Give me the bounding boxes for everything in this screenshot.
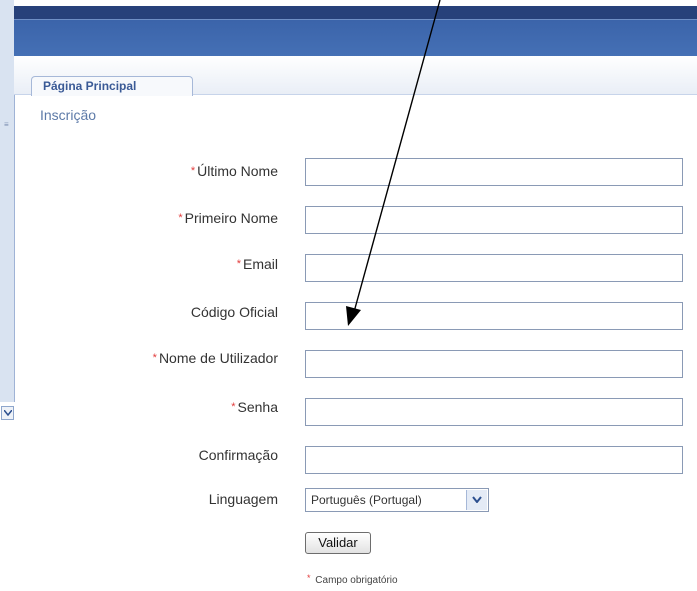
top-bar: [14, 0, 697, 19]
label-username: * Nome de Utilizador: [152, 350, 278, 366]
tab-home[interactable]: Página Principal: [31, 76, 193, 96]
label-first-name: * Primeiro Nome: [178, 210, 278, 226]
language-select[interactable]: Português (Portugal): [305, 488, 489, 512]
label-confirmation: Confirmação: [198, 447, 278, 463]
label-language: Linguagem: [208, 491, 278, 507]
validate-button[interactable]: Validar: [305, 532, 371, 554]
language-dropdown-button[interactable]: [466, 490, 487, 510]
password-input[interactable]: [305, 398, 683, 426]
left-pane-edge: ≡: [0, 0, 15, 402]
tab-bar: Página Principal: [14, 56, 697, 96]
label-official-code: Código Oficial: [190, 304, 278, 320]
label-email: * Email: [236, 256, 278, 272]
confirmation-input[interactable]: [305, 446, 683, 474]
first-name-input[interactable]: [305, 206, 683, 234]
username-input[interactable]: [305, 350, 683, 378]
email-input[interactable]: [305, 254, 683, 282]
last-name-input[interactable]: [305, 158, 683, 186]
language-select-value: Português (Portugal): [311, 493, 422, 507]
header-banner: [14, 19, 697, 56]
page-title: Inscrição: [40, 107, 97, 123]
label-password: * Senha: [231, 399, 278, 415]
required-note: * Campo obrigatório: [307, 573, 398, 586]
tab-home-label: Página Principal: [43, 79, 137, 93]
official-code-input[interactable]: [305, 302, 683, 330]
chevron-down-icon: [472, 496, 482, 503]
label-last-name: * Último Nome: [190, 163, 278, 179]
resize-grip-icon[interactable]: ≡: [4, 120, 9, 129]
